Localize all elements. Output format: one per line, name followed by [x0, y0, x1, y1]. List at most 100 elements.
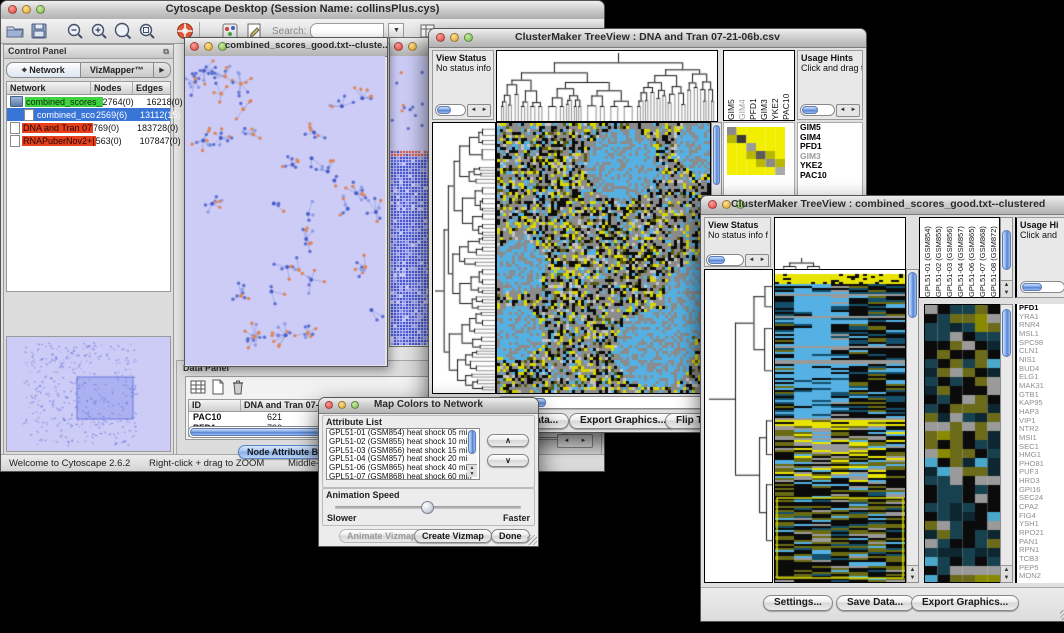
column-label[interactable]: GPL51-02 (GSM855)	[933, 221, 944, 297]
new-document-icon[interactable]	[210, 379, 226, 395]
network-nodes: 769(0)	[93, 123, 137, 133]
column-label[interactable]: PAC10	[781, 54, 792, 120]
column-label[interactable]: GIM5	[726, 54, 737, 120]
main-titlebar[interactable]: Cytoscape Desktop (Session Name: collins…	[1, 1, 604, 20]
network-edges: 13112(15)	[140, 110, 188, 120]
save-button[interactable]	[29, 21, 49, 41]
heatmap-top[interactable]	[496, 122, 711, 394]
settings-button[interactable]: Settings...	[763, 595, 833, 611]
table-grid-icon[interactable]	[190, 379, 206, 395]
minimize-button[interactable]	[722, 200, 731, 209]
open-file-button[interactable]	[5, 21, 25, 41]
treeview-top-titlebar[interactable]: ClusterMaker TreeView : DNA and Tran 07-…	[429, 29, 866, 48]
column-label[interactable]: GPL51-04 (GSM857)	[955, 221, 966, 297]
gene-label[interactable]: MON2	[1017, 572, 1064, 581]
move-up-button[interactable]: ∧	[487, 434, 529, 447]
column-label[interactable]: GPL51-01 (GSM854)	[922, 221, 933, 297]
close-button[interactable]	[190, 42, 199, 51]
network-name: RNAPuberNov2+|	[22, 136, 96, 146]
summary-heatmap-bottom[interactable]	[924, 304, 1001, 583]
animation-speed-slider[interactable]	[335, 506, 521, 509]
done-button[interactable]: Done	[491, 529, 530, 543]
resize-grip[interactable]	[1060, 610, 1064, 620]
close-button[interactable]	[394, 42, 403, 51]
column-label[interactable]: YKE2	[770, 54, 781, 120]
usage-hints-scroll-arrows[interactable]: ◄►	[836, 104, 860, 117]
column-labels-bottom[interactable]: GPL51-01 (GSM854)GPL51-02 (GSM855)GPL51-…	[919, 217, 1000, 298]
export-graphics-button[interactable]: Export Graphics...	[911, 595, 1019, 611]
heatmap-bottom-vscrollbar[interactable]: ▲▼	[906, 269, 919, 583]
network-canvas-1[interactable]	[185, 56, 385, 365]
network-name: DNA and Tran 07	[22, 123, 93, 133]
column-labels-vscrollbar[interactable]: ▲▼	[1000, 217, 1013, 298]
trash-icon[interactable]	[230, 379, 246, 395]
zoom-fit-button[interactable]	[113, 21, 133, 41]
treeview-top-title: ClusterMaker TreeView : DNA and Tran 07-…	[429, 31, 866, 43]
export-graphics-button[interactable]: Export Graphics...	[569, 413, 677, 429]
network-table-row[interactable]: combined_scores_2764(0)16218(0)	[7, 95, 170, 108]
gene-dendrogram-top[interactable]	[432, 122, 496, 394]
control-panel-tabs: ⌖ NetworkVizMapper™▶	[6, 62, 171, 78]
attribute-list-label: Attribute List	[326, 417, 382, 427]
network-canvas-2[interactable]	[390, 56, 428, 345]
minimize-button[interactable]	[408, 42, 417, 51]
column-label[interactable]: GPL51-08 (GSM872)	[988, 221, 999, 297]
network-table-row[interactable]: DNA and Tran 07769(0)183728(0)	[7, 121, 170, 134]
view-status-scroll-arrows[interactable]: ◄►	[467, 104, 491, 117]
tabs-overflow-button[interactable]: ▶	[154, 62, 171, 78]
column-label[interactable]: GPL51-03 (GSM856)	[944, 221, 955, 297]
column-dendrogram-bottom[interactable]	[774, 217, 906, 270]
slider-thumb[interactable]	[421, 501, 434, 514]
col-id[interactable]: ID	[189, 400, 241, 411]
gene-dendrogram-bottom[interactable]	[704, 269, 773, 583]
tab-vizmapper[interactable]: VizMapper™	[81, 62, 155, 78]
column-label[interactable]: GIM3	[759, 54, 770, 120]
float-panel-icon[interactable]: ⧉	[163, 45, 169, 58]
network-overview-canvas[interactable]	[6, 336, 171, 452]
view-status-scrollstrip-bottom[interactable]: ◄►	[706, 254, 769, 266]
heatmap-bottom[interactable]	[774, 269, 906, 583]
document-icon	[24, 109, 34, 121]
document-icon	[10, 122, 20, 134]
view-status-scrollbar[interactable]	[435, 104, 466, 116]
tab-network[interactable]: ⌖ Network	[6, 62, 81, 78]
zoom-selected-button[interactable]	[137, 21, 157, 41]
network-table-body: combined_scores_2764(0)16218(0)combined_…	[6, 95, 171, 292]
col-network[interactable]: Network	[7, 82, 91, 94]
col-nodes[interactable]: Nodes	[91, 82, 133, 94]
treeview-bottom-titlebar[interactable]: ClusterMaker TreeView : combined_scores_…	[701, 196, 1064, 215]
data-panel-scroll-arrows[interactable]: ◄►	[557, 434, 593, 448]
attribute-list[interactable]: GPL51-01 (GSM854) heat shock 05 minGPL51…	[326, 428, 480, 480]
attribute-list-vscrollbar[interactable]: ▲▼	[467, 429, 477, 477]
usage-hints-scrollbar[interactable]	[1020, 281, 1064, 293]
column-label[interactable]: GPL51-06 (GSM865)	[966, 221, 977, 297]
minimize-button[interactable]	[204, 42, 213, 51]
attribute-item[interactable]: GPL51-07 (GSM868) heat shock 60 min	[327, 473, 479, 480]
animate-vizmap-button[interactable]: Animate Vizmap	[339, 529, 424, 543]
summary-matrix-top[interactable]	[727, 127, 785, 175]
zoom-in-button[interactable]	[89, 21, 109, 41]
move-down-button[interactable]: ∨	[487, 454, 529, 467]
column-label[interactable]: GPL51-07 (GSM868)	[977, 221, 988, 297]
column-label[interactable]: GIM4	[737, 54, 748, 120]
view-status-text: No status info f	[705, 230, 770, 240]
column-label[interactable]: PFD1	[748, 54, 759, 120]
gene-labels-bottom[interactable]: PFD1YRA1RNR4MSL1SPC98CLN1NIS1BUD4ELG1MAK…	[1015, 304, 1064, 583]
usage-hints-scrollbar[interactable]	[800, 104, 835, 116]
close-button[interactable]	[708, 200, 717, 209]
dialog-titlebar[interactable]: Map Colors to Network	[319, 398, 538, 414]
zoom-out-button[interactable]	[65, 21, 85, 41]
network-table-row[interactable]: RNAPuberNov2+|563(0)107847(0)	[7, 134, 170, 147]
gene-label[interactable]: PAC10	[798, 171, 862, 181]
network-table-row[interactable]: combined_sco2569(6)13112(15)	[7, 108, 170, 121]
column-dendrogram-top[interactable]	[496, 50, 718, 122]
resize-grip[interactable]	[527, 535, 537, 545]
summary-vscrollbar[interactable]: ▲▼	[1000, 304, 1013, 583]
create-vizmap-button[interactable]: Create Vizmap	[414, 529, 492, 543]
main-window-title: Cytoscape Desktop (Session Name: collins…	[1, 3, 604, 15]
col-edges[interactable]: Edges	[133, 82, 170, 94]
network-window-title: combined_scores_good.txt--cluste...	[225, 40, 387, 51]
control-panel: Control Panel ⧉ ⌖ NetworkVizMapper™▶ Net…	[3, 44, 174, 455]
column-labels-top[interactable]: GIM5GIM4PFD1GIM3YKE2PAC10	[723, 50, 795, 121]
save-data-button[interactable]: Save Data...	[836, 595, 914, 611]
